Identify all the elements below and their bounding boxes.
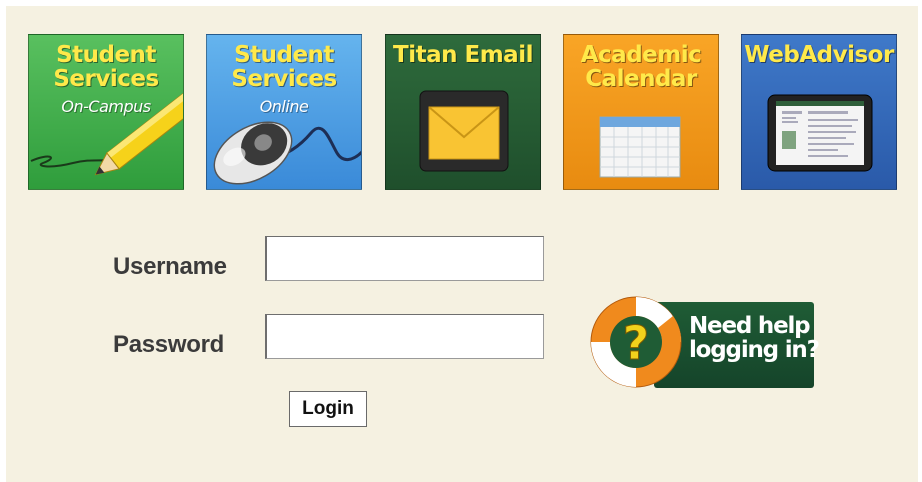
academic-calendar-tile[interactable]: Academic Calendar (563, 34, 719, 190)
tile-title: Academic Calendar (580, 42, 702, 92)
help-text-line: Need help (689, 313, 811, 339)
help-text-line: logging in? (689, 337, 820, 363)
tile-subtitle: Online (259, 97, 309, 116)
help-text: Need help logging in? (689, 313, 820, 363)
need-help-logging-in-link[interactable]: ? Need help logging in? (582, 292, 822, 398)
tile-title: Student Services (53, 42, 159, 92)
student-services-on-campus-tile[interactable]: Student Services On-Campus (28, 34, 184, 190)
username-label: Username (113, 253, 227, 280)
life-preserver-icon: ? (590, 296, 682, 388)
tile-title: Student Services (231, 42, 337, 92)
login-button[interactable]: Login (289, 391, 367, 427)
student-services-online-tile[interactable]: Student Services Online (206, 34, 362, 190)
password-input[interactable] (265, 314, 544, 359)
password-label: Password (113, 331, 224, 358)
svg-text:?: ? (623, 316, 650, 370)
tile-subtitle: On-Campus (61, 97, 151, 116)
titan-email-tile[interactable]: Titan Email (385, 34, 541, 190)
tile-title: WebAdvisor (744, 42, 894, 68)
tile-title: Titan Email (393, 42, 533, 68)
username-input[interactable] (265, 236, 544, 281)
webadvisor-tile[interactable]: WebAdvisor (741, 34, 897, 190)
